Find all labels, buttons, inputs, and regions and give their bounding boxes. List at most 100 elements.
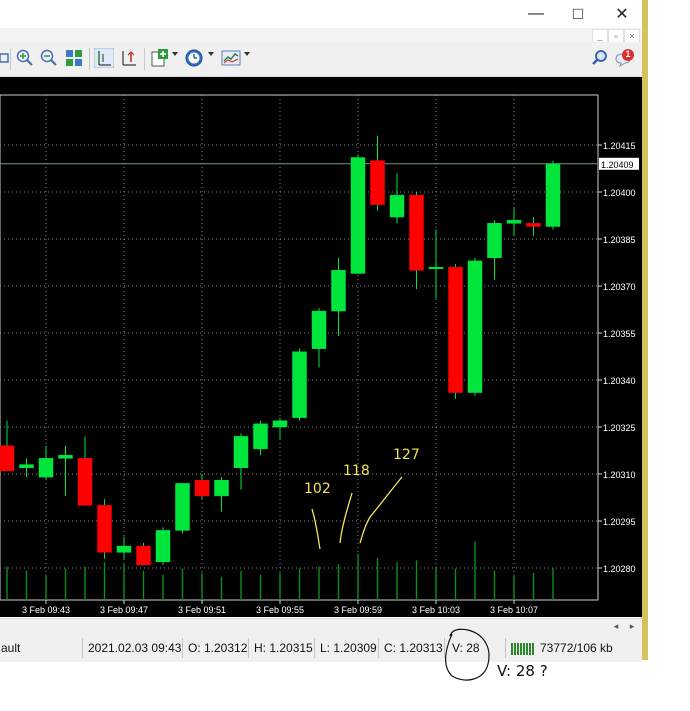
- mdi-minimize-button[interactable]: _: [592, 29, 608, 43]
- tile-windows-icon[interactable]: [64, 48, 84, 68]
- candle-bull: [233, 436, 249, 468]
- plot-frame: [0, 94, 599, 601]
- y-tick-label: 1.20415: [603, 141, 636, 151]
- status-separator: [182, 638, 183, 658]
- volume-annotation: 102: [304, 481, 331, 497]
- outside-area: [648, 0, 690, 711]
- candle-bear: [194, 480, 210, 497]
- candle-bull: [487, 223, 502, 259]
- candle-bull: [155, 530, 171, 562]
- status-separator: [444, 638, 445, 658]
- periods-icon[interactable]: [184, 48, 204, 68]
- x-tick-label: 3 Feb 10:07: [490, 605, 538, 615]
- annotation-stroke: [311, 508, 321, 550]
- candle-bull: [175, 483, 190, 531]
- candle-bear: [136, 545, 151, 566]
- chart-canvas[interactable]: 1.20415 1.20400 1.20385 1.20370 1.20355 1.203…: [0, 77, 642, 617]
- annotation-stroke: [339, 492, 353, 544]
- candle-bull: [272, 420, 288, 428]
- status-profile: ault: [1, 641, 21, 655]
- volume-annotation: 118: [343, 463, 370, 479]
- candle-bull: [389, 194, 405, 218]
- search-icon[interactable]: [590, 48, 610, 68]
- x-tick-label: 3 Feb 09:55: [256, 605, 304, 615]
- maximize-button[interactable]: □: [556, 0, 600, 28]
- mdi-close-button[interactable]: ×: [624, 29, 640, 43]
- y-tick-label: 1.20280: [603, 564, 636, 574]
- chart-scrollbar[interactable]: ◂ ▸: [0, 618, 642, 634]
- y-tick-label: 1.20400: [603, 188, 636, 198]
- handwritten-note: V: 28 ?: [497, 662, 548, 680]
- indicators-icon[interactable]: [150, 48, 170, 68]
- candle-bull: [545, 163, 561, 227]
- candle-bull: [428, 266, 444, 269]
- x-tick-label: 3 Feb 10:03: [412, 605, 460, 615]
- mdi-restore-button[interactable]: ▫: [608, 29, 624, 43]
- candle-bear: [448, 266, 463, 393]
- candle-bull: [19, 464, 34, 468]
- status-traffic: 73772/106 kb: [540, 641, 613, 655]
- candle-bear: [526, 223, 541, 227]
- y-tick-label: 1.20310: [603, 470, 636, 480]
- candle-bear: [97, 505, 112, 553]
- x-tick-label: 3 Feb 09:51: [178, 605, 226, 615]
- candle-bull: [292, 351, 307, 418]
- toolbar-separator: [144, 48, 145, 70]
- candle-bull: [350, 157, 366, 274]
- candle-bull: [311, 310, 327, 349]
- minimize-button[interactable]: —: [514, 0, 558, 28]
- candle-bull: [214, 480, 229, 497]
- status-separator: [505, 638, 506, 658]
- title-bar: — □ ✕: [0, 0, 642, 28]
- candle-bull: [38, 458, 54, 478]
- status-volume: V: 28: [452, 641, 480, 655]
- indicators-dropdown-icon[interactable]: [172, 52, 178, 56]
- notification-badge: 1: [625, 49, 631, 59]
- toolbar-separator: [89, 48, 90, 70]
- scroll-left-button[interactable]: ◂: [610, 621, 622, 632]
- status-open: O: 1.20312: [188, 641, 248, 655]
- candle-bull: [331, 270, 346, 312]
- candle-bull: [116, 545, 132, 553]
- candle-bear: [409, 194, 424, 271]
- x-tick-label: 3 Feb 09:47: [100, 605, 148, 615]
- candle-bear: [77, 458, 93, 506]
- chart-toolbar: 1: [0, 42, 642, 77]
- candle-bear: [0, 445, 15, 472]
- period-separators-icon[interactable]: [94, 48, 114, 68]
- status-datetime: 2021.02.03 09:43: [88, 641, 182, 655]
- x-tick-label: 3 Feb 09:59: [334, 605, 382, 615]
- status-bar: ault 2021.02.03 09:43 O: 1.20312 H: 1.20…: [0, 634, 642, 662]
- chart-shift-icon[interactable]: [119, 48, 139, 68]
- status-separator: [248, 638, 249, 658]
- status-low: L: 1.20309: [320, 641, 377, 655]
- scroll-right-button[interactable]: ▸: [626, 621, 638, 632]
- candle-bull: [467, 260, 483, 393]
- zoom-in-icon[interactable]: [15, 48, 35, 68]
- templates-icon[interactable]: [221, 48, 241, 68]
- zoom-out-icon[interactable]: [39, 48, 59, 68]
- candle-bear: [370, 160, 385, 205]
- x-tick-label: 3 Feb 09:43: [22, 605, 70, 615]
- close-button[interactable]: ✕: [600, 0, 644, 28]
- mdi-controls-bar: _ ▫ ×: [0, 28, 642, 43]
- price-chart[interactable]: 1.20415 1.20400 1.20385 1.20370 1.20355 1.203…: [0, 77, 642, 617]
- status-separator: [378, 638, 379, 658]
- y-tick-label: 1.20295: [603, 517, 636, 527]
- templates-dropdown-icon[interactable]: [244, 52, 250, 56]
- y-tick-label: 1.20355: [603, 329, 636, 339]
- annotation-stroke: [359, 476, 403, 544]
- status-separator: [82, 638, 83, 658]
- volume-annotation: 127: [393, 447, 420, 463]
- status-separator: [314, 638, 315, 658]
- candle-bull: [253, 423, 268, 450]
- y-tick-label: 1.20385: [603, 235, 636, 245]
- y-tick-label: 1.20325: [603, 423, 636, 433]
- y-tick-label: 1.20370: [603, 282, 636, 292]
- status-close: C: 1.20313: [384, 641, 443, 655]
- y-tick-label: 1.20340: [603, 376, 636, 386]
- periods-dropdown-icon[interactable]: [208, 52, 214, 56]
- candle-bull: [58, 454, 73, 459]
- current-price-label: 1.20409: [601, 160, 634, 170]
- status-high: H: 1.20315: [254, 641, 313, 655]
